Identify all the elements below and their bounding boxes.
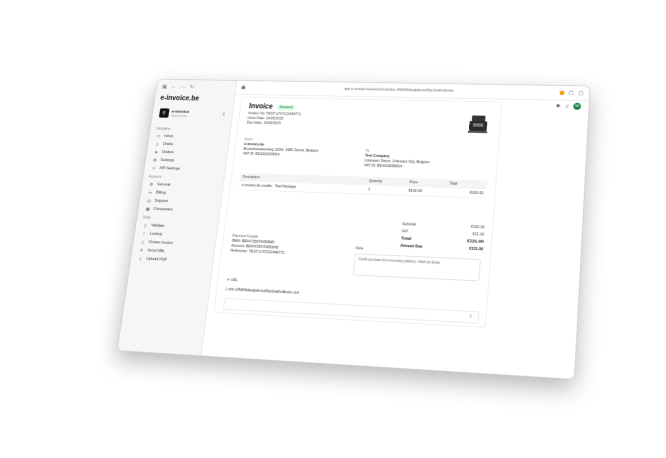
back-icon[interactable]: ← <box>171 84 177 90</box>
invoice-title: Invoice <box>248 102 274 111</box>
support-icon: ◎ <box>146 198 152 204</box>
document-icon: ▯ <box>155 142 159 147</box>
panel-toggle-icon[interactable]: ▣ <box>241 85 246 90</box>
extension-icon[interactable] <box>559 90 565 95</box>
org-switcher[interactable]: E e-invoice @einvoicebe ⇕ <box>156 106 229 122</box>
to-block: To Test Company Unknown Street, Unknown … <box>364 149 431 170</box>
browser-controls: ▣ ← → ↻ <box>156 80 237 95</box>
gear-icon: ⚙ <box>152 158 158 163</box>
main-area: ▣ app.e-invoice.be/documents/doc-1f4db9d… <box>201 80 590 379</box>
download-icon[interactable]: ⤓ <box>470 314 472 319</box>
item-price: €100.00 <box>405 186 447 197</box>
amount-due-value: €121.00 <box>469 246 484 252</box>
app-window: ▣ ← → ↻ e-invoice.be E e-invoice @einvoi… <box>116 78 591 380</box>
org-logo-icon: E <box>158 108 170 118</box>
subtotal-value: €100.00 <box>470 224 485 230</box>
inbox-icon: ▭ <box>156 134 161 139</box>
share-icon[interactable]: ▢ <box>568 90 573 96</box>
subtotal-label: Subtotal <box>402 222 417 228</box>
avatar[interactable]: W <box>573 102 582 110</box>
search-icon: ⌕ <box>142 231 146 236</box>
items-table: Description Quantity Price Total e-invoi… <box>238 172 488 199</box>
vat-label: VAT <box>401 229 409 234</box>
url-bar[interactable]: app.e-invoice.be/documents/doc-1f4db9dac… <box>251 86 554 95</box>
ubl-label: ✈ UBL <box>226 277 238 283</box>
send-icon: ➤ <box>154 150 159 155</box>
tabs-icon[interactable]: ▢ <box>578 90 583 96</box>
invoice-card: Invoice Received Invoice No: TEST-174722… <box>213 96 503 328</box>
chevron-updown-icon: ⇕ <box>221 112 226 117</box>
sidebar-toggle-icon[interactable]: ▣ <box>162 84 168 90</box>
gear-icon: ⚙ <box>149 182 154 187</box>
cash-register-icon <box>466 114 490 137</box>
org-sub: @einvoicebe <box>171 113 188 118</box>
bell-icon[interactable]: ♫ <box>565 104 569 109</box>
file-check-icon: ▯ <box>143 223 147 228</box>
reference: Reference: TEST-1747223446771 <box>230 248 285 256</box>
card-icon: ▭ <box>147 190 153 195</box>
header-actions: ✺ ♫ W <box>556 102 582 110</box>
total-label: Total <box>400 236 412 242</box>
from-block: From e-invoice.be Brusselsesteenweg 119/… <box>243 138 320 159</box>
item-total: €100.00 <box>445 187 487 199</box>
payment-details: Payment Details IBAN: BE44735070450845 A… <box>230 234 286 256</box>
send-icon: ✈ <box>139 248 144 253</box>
api-icon: ⚛ <box>151 166 156 171</box>
forward-icon[interactable]: → <box>180 84 186 90</box>
topbar-icons: ▢ ▢ <box>559 90 583 96</box>
building-icon: ▦ <box>145 207 150 212</box>
total-value: €121.00 <box>466 239 484 245</box>
amount-due-label: Amount Due <box>400 243 423 250</box>
note-text: Credit purchase for e-invoicing platform… <box>352 253 481 282</box>
note-label: Note <box>355 246 364 251</box>
upload-icon: ▯ <box>138 256 142 262</box>
vat-value: €21.00 <box>472 232 485 238</box>
item-quantity: 1 <box>364 185 406 196</box>
reload-icon[interactable]: ↻ <box>189 84 194 90</box>
status-badge: Received <box>276 104 296 111</box>
totals: Subtotal €100.00 VAT €21.00 Total €121.00 A… <box>400 221 485 253</box>
file-plus-icon: ▯ <box>141 240 145 245</box>
settings-icon[interactable]: ✺ <box>556 103 561 109</box>
